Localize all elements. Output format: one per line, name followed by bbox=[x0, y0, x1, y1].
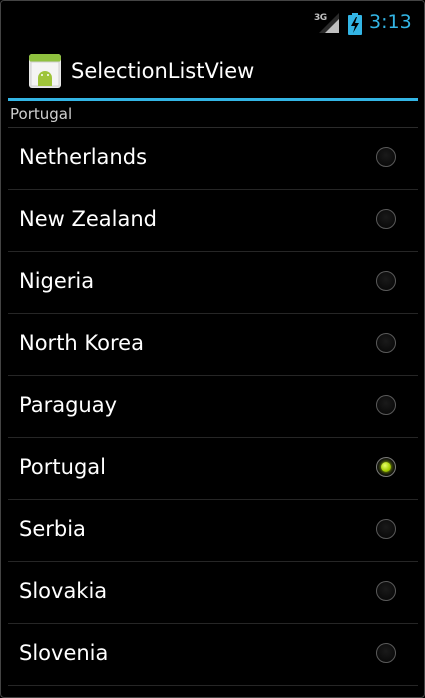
radio-button[interactable] bbox=[376, 147, 396, 167]
radio-button[interactable] bbox=[376, 333, 396, 353]
list-item-label: Slovakia bbox=[19, 579, 108, 603]
list-item[interactable]: Nigeria bbox=[8, 252, 418, 314]
battery-charging-icon bbox=[348, 13, 362, 35]
selected-country-header: Portugal bbox=[10, 105, 73, 123]
list-item[interactable]: North Korea bbox=[8, 314, 418, 376]
status-bar: 3G 3:13 bbox=[1, 1, 424, 45]
list-item-label: Paraguay bbox=[19, 393, 118, 417]
page-title: SelectionListView bbox=[71, 59, 255, 83]
list-item-label: Nigeria bbox=[19, 269, 95, 293]
status-clock: 3:13 bbox=[369, 11, 412, 33]
radio-button[interactable] bbox=[376, 271, 396, 291]
radio-button[interactable] bbox=[376, 519, 396, 539]
list-item-label: Serbia bbox=[19, 517, 86, 541]
radio-button[interactable] bbox=[376, 643, 396, 663]
list-item[interactable]: New Zealand bbox=[8, 190, 418, 252]
list-item[interactable]: Portugal bbox=[8, 438, 418, 500]
country-list: Netherlands New Zealand Nigeria North Ko… bbox=[8, 128, 418, 686]
list-item[interactable]: Paraguay bbox=[8, 376, 418, 438]
radio-button[interactable] bbox=[376, 581, 396, 601]
list-item[interactable]: Slovenia bbox=[8, 624, 418, 686]
radio-button-checked[interactable] bbox=[376, 457, 396, 477]
list-item-label: Netherlands bbox=[19, 145, 148, 169]
android-app-icon[interactable] bbox=[29, 54, 61, 88]
list-item[interactable]: Serbia bbox=[8, 500, 418, 562]
phone-screen: 3G 3:13 SelectionListView Portugal Nethe… bbox=[0, 0, 425, 698]
radio-button[interactable] bbox=[376, 209, 396, 229]
action-bar: SelectionListView bbox=[1, 45, 424, 99]
list-item[interactable]: Slovakia bbox=[8, 562, 418, 624]
list-item[interactable]: Netherlands bbox=[8, 128, 418, 190]
list-item-label: Slovenia bbox=[19, 641, 109, 665]
list-item-label: Portugal bbox=[19, 455, 106, 479]
radio-button[interactable] bbox=[376, 395, 396, 415]
list-item-label: North Korea bbox=[19, 331, 144, 355]
list-item-label: New Zealand bbox=[19, 207, 157, 231]
signal-strength-icon bbox=[319, 13, 339, 33]
action-bar-divider bbox=[8, 98, 418, 101]
